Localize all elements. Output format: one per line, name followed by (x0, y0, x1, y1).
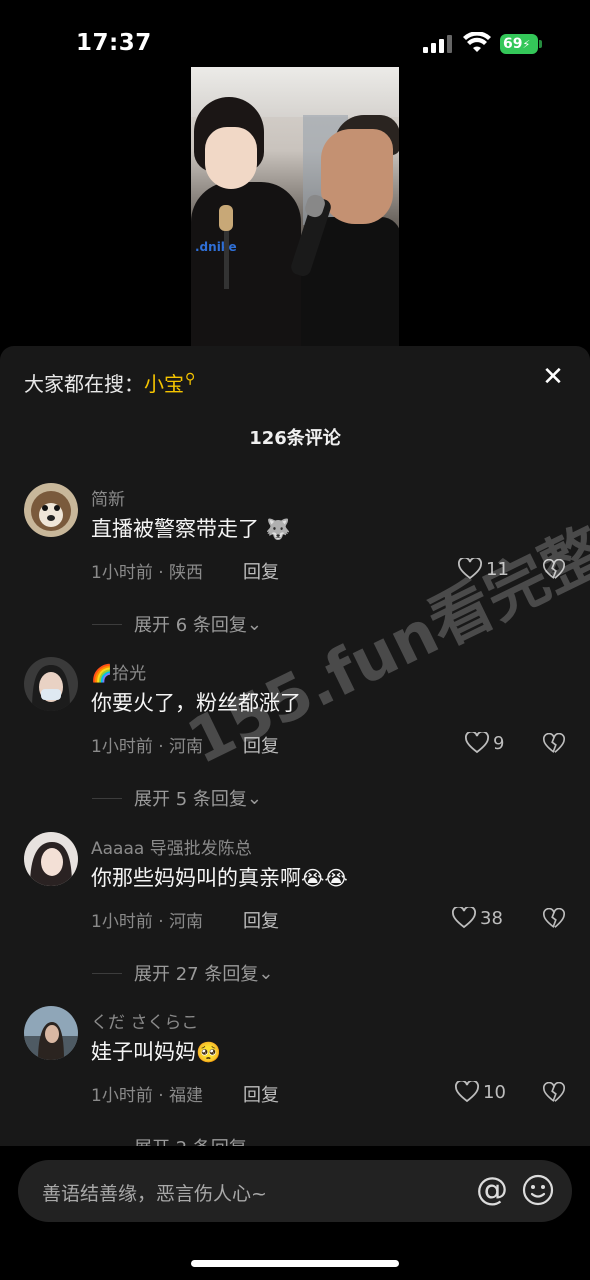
expand-replies[interactable]: 展开 27 条回复 ⌄ (92, 960, 273, 986)
expand-replies[interactable]: 展开 6 条回复 ⌄ (92, 611, 262, 637)
username[interactable]: 🌈拾光 (91, 659, 146, 684)
avatar[interactable] (24, 657, 78, 711)
broken-heart-icon[interactable] (543, 733, 565, 755)
comment-text: 你那些妈妈叫的真亲啊😭😭 (91, 862, 348, 892)
comment-item: Aaaaa 导强批发陈总 你那些妈妈叫的真亲啊😭😭 1小时前 · 河南 回复 3… (0, 832, 590, 1006)
battery-icon: 69⚡ (500, 34, 542, 54)
close-icon[interactable]: ✕ (538, 362, 568, 392)
input-placeholder: 善语结善缘，恶言伤人心~ (42, 1183, 267, 1205)
reply-button[interactable]: 回复 (243, 558, 279, 584)
like-button[interactable]: 38 (452, 906, 503, 930)
comment-emoji: 😭😭 (301, 866, 348, 890)
at-icon[interactable]: @ (476, 1170, 508, 1208)
expand-label: 展开 27 条回复 (134, 964, 259, 985)
search-icon: ⚲ (185, 371, 196, 388)
comment-body: 你那些妈妈叫的真亲啊 (91, 866, 301, 890)
comment-text: 直播被警察带走了 🐺 (91, 513, 291, 543)
wifi-icon (463, 32, 491, 52)
heart-icon (452, 907, 476, 929)
search-keyword[interactable]: 小宝 (144, 372, 184, 396)
comment-body: 娃子叫妈妈 (91, 1040, 196, 1064)
expand-replies[interactable]: 展开 5 条回复 ⌄ (92, 785, 262, 811)
avatar[interactable] (24, 483, 78, 537)
comment-input-bar: 善语结善缘，恶言伤人心~ @ (0, 1146, 590, 1280)
comment-count: 126条评论 (249, 428, 341, 449)
expand-label: 展开 6 条回复 (134, 615, 247, 636)
heart-icon (465, 732, 489, 754)
reply-button[interactable]: 回复 (243, 907, 279, 933)
expand-label: 展开 5 条回复 (134, 789, 247, 810)
username[interactable]: くだ さくらこ (91, 1008, 198, 1033)
chevron-down-icon: ⌄ (246, 787, 262, 809)
avatar[interactable] (24, 1006, 78, 1060)
chevron-down-icon: ⌄ (246, 613, 262, 635)
comment-text: 娃子叫妈妈🥺 (91, 1036, 221, 1066)
home-indicator (191, 1260, 399, 1267)
smiley-icon[interactable] (522, 1174, 554, 1206)
comment-meta: 1小时前 · 河南 (91, 737, 204, 757)
comment-meta: 1小时前 · 福建 (91, 1086, 204, 1106)
comment-emoji: 🐺 (265, 517, 291, 541)
status-time: 17:37 (76, 30, 152, 56)
like-count: 10 (483, 1081, 506, 1103)
search-suggestion[interactable]: 大家都在搜：小宝⚲ (24, 368, 195, 397)
username[interactable]: 简新 (91, 485, 125, 510)
comment-meta: 1小时前 · 陕西 (91, 563, 204, 583)
like-count: 38 (480, 907, 503, 929)
comment-sheet: 大家都在搜：小宝⚲ ✕ 126条评论 简新 直播被警察带走了 🐺 1小时前 · … (0, 346, 590, 1280)
like-button[interactable]: 10 (455, 1080, 506, 1104)
battery-level: 69 (503, 36, 523, 52)
reply-button[interactable]: 回复 (243, 1081, 279, 1107)
search-prefix: 大家都在搜： (24, 372, 144, 396)
heart-icon (455, 1081, 479, 1103)
chevron-down-icon: ⌄ (258, 962, 274, 984)
username[interactable]: Aaaaa 导强批发陈总 (91, 834, 252, 859)
like-button[interactable]: 9 (465, 731, 504, 755)
avatar[interactable] (24, 832, 78, 886)
comment-body: 直播被警察带走了 (91, 517, 259, 541)
video-preview[interactable]: .dnike (191, 67, 399, 346)
comment-meta: 1小时前 · 河南 (91, 912, 204, 932)
comment-input[interactable]: 善语结善缘，恶言伤人心~ @ (18, 1160, 572, 1222)
comment-emoji: 🥺 (196, 1040, 221, 1064)
signal-icon (423, 35, 453, 53)
broken-heart-icon[interactable] (543, 908, 565, 930)
like-count: 9 (493, 732, 505, 754)
broken-heart-icon[interactable] (543, 1082, 565, 1104)
